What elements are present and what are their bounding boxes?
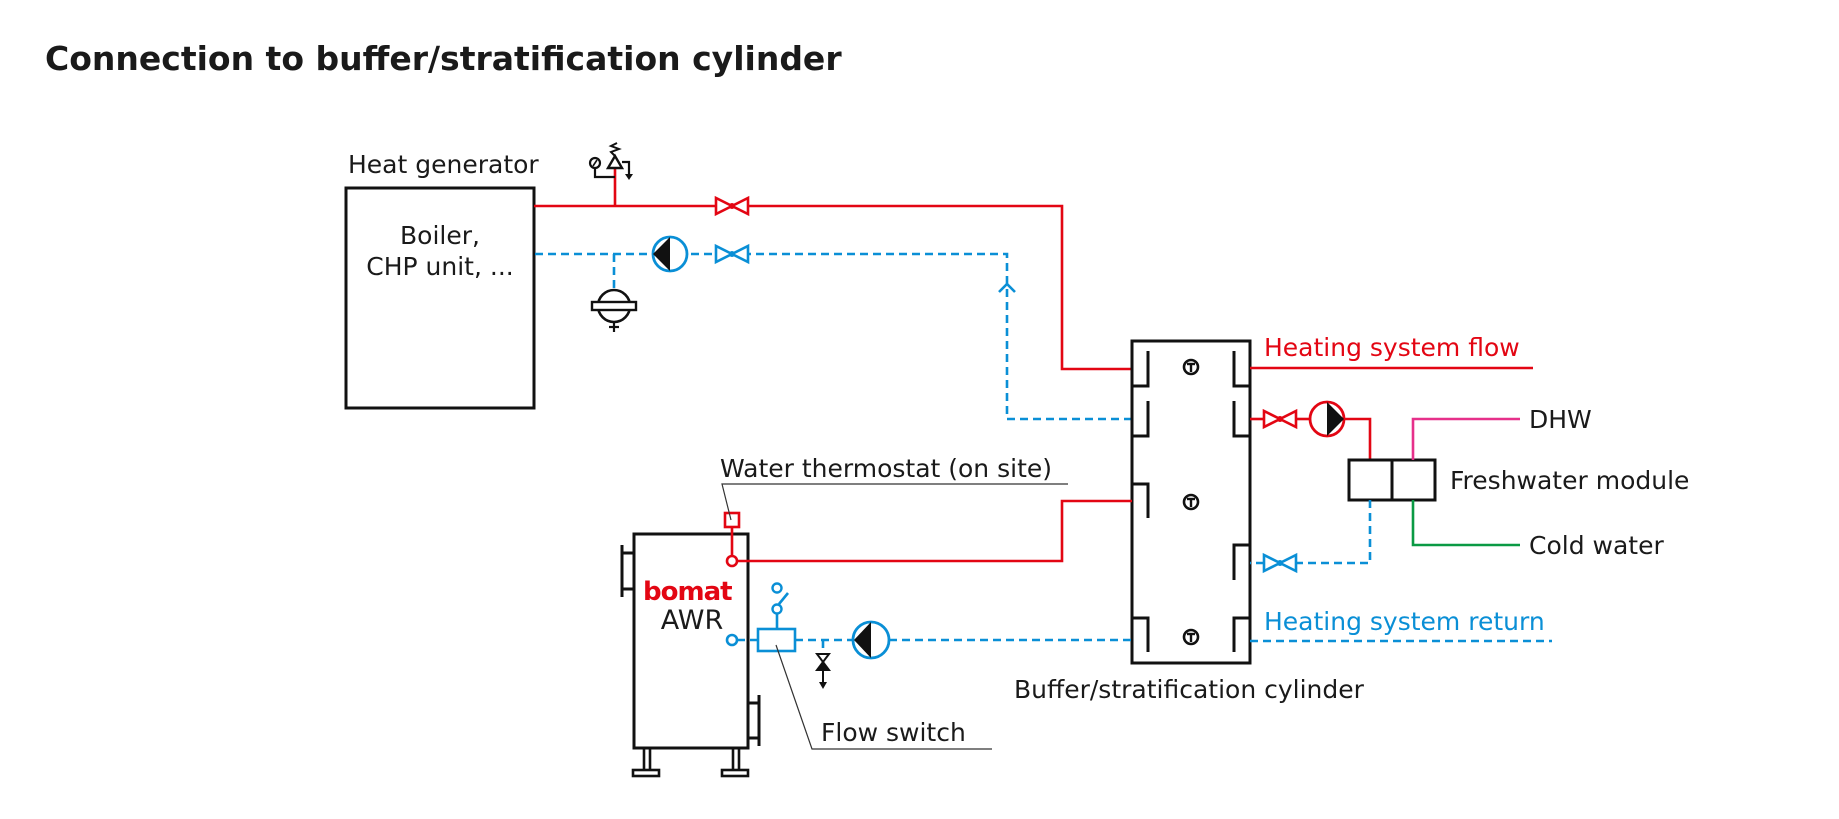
flow-switch-label: Flow switch <box>821 718 966 747</box>
heating-system-return-label: Heating system return <box>1264 607 1545 636</box>
awr-return-connection-icon <box>725 633 739 647</box>
temperature-sensor-icon <box>1182 493 1200 511</box>
heating-system-flow-label: Heating system flow <box>1264 333 1520 362</box>
safety-group-icon <box>588 142 633 180</box>
freshwater-module-label: Freshwater module <box>1450 466 1689 495</box>
awr-unit: bomat AWR <box>620 532 761 778</box>
fwm-return-pipe <box>1296 500 1372 565</box>
shutoff-valve-icon <box>1262 552 1298 574</box>
dhw-pipe <box>1411 417 1520 460</box>
cold-water-pipe <box>1411 500 1520 547</box>
circulation-pump-icon <box>651 235 689 273</box>
shutoff-valve-icon <box>714 195 750 217</box>
flow-switch-contact-icon <box>771 582 790 629</box>
hydraulic-diagram: Connection to buffer/stratification cyli… <box>45 39 1689 778</box>
heat-generator-content-line2: CHP unit, ... <box>366 252 513 281</box>
dhw-label: DHW <box>1529 405 1592 434</box>
awr-model-label: AWR <box>661 605 723 636</box>
awr-flow-pipe <box>737 499 1132 563</box>
buffer-cylinder-label: Buffer/stratification cylinder <box>1014 675 1365 704</box>
fwm-flow-pipe <box>1344 417 1372 460</box>
circulation-pump-icon <box>851 620 891 660</box>
heat-generator: Heat generator Boiler, CHP unit, ... <box>344 150 539 410</box>
temperature-sensor-icon <box>1182 628 1200 646</box>
shutoff-valve-icon <box>1262 408 1298 430</box>
water-thermostat-label: Water thermostat (on site) <box>720 454 1052 483</box>
page-title: Connection to buffer/stratification cyli… <box>45 39 842 78</box>
buffer-cylinder: Buffer/stratification cylinder <box>1014 339 1365 704</box>
water-thermostat-icon <box>723 511 741 529</box>
heat-generator-content-line1: Boiler, <box>400 221 480 250</box>
circulation-pump-icon <box>1308 400 1346 438</box>
cold-water-label: Cold water <box>1529 531 1664 560</box>
shutoff-valve-icon <box>714 243 750 265</box>
heat-generator-label: Heat generator <box>348 150 539 179</box>
generator-flow-pipe <box>534 204 1132 371</box>
thermostat-leader-line <box>721 483 1068 521</box>
expansion-vessel-icon <box>590 288 638 332</box>
temperature-sensor-icon <box>1182 358 1200 376</box>
drain-valve-icon <box>815 653 831 689</box>
generator-return-pipe <box>534 252 1132 421</box>
freshwater-module: Freshwater module <box>1347 458 1689 502</box>
awr-flow-connection-icon <box>725 554 739 568</box>
brand-logo: bomat <box>643 577 732 607</box>
